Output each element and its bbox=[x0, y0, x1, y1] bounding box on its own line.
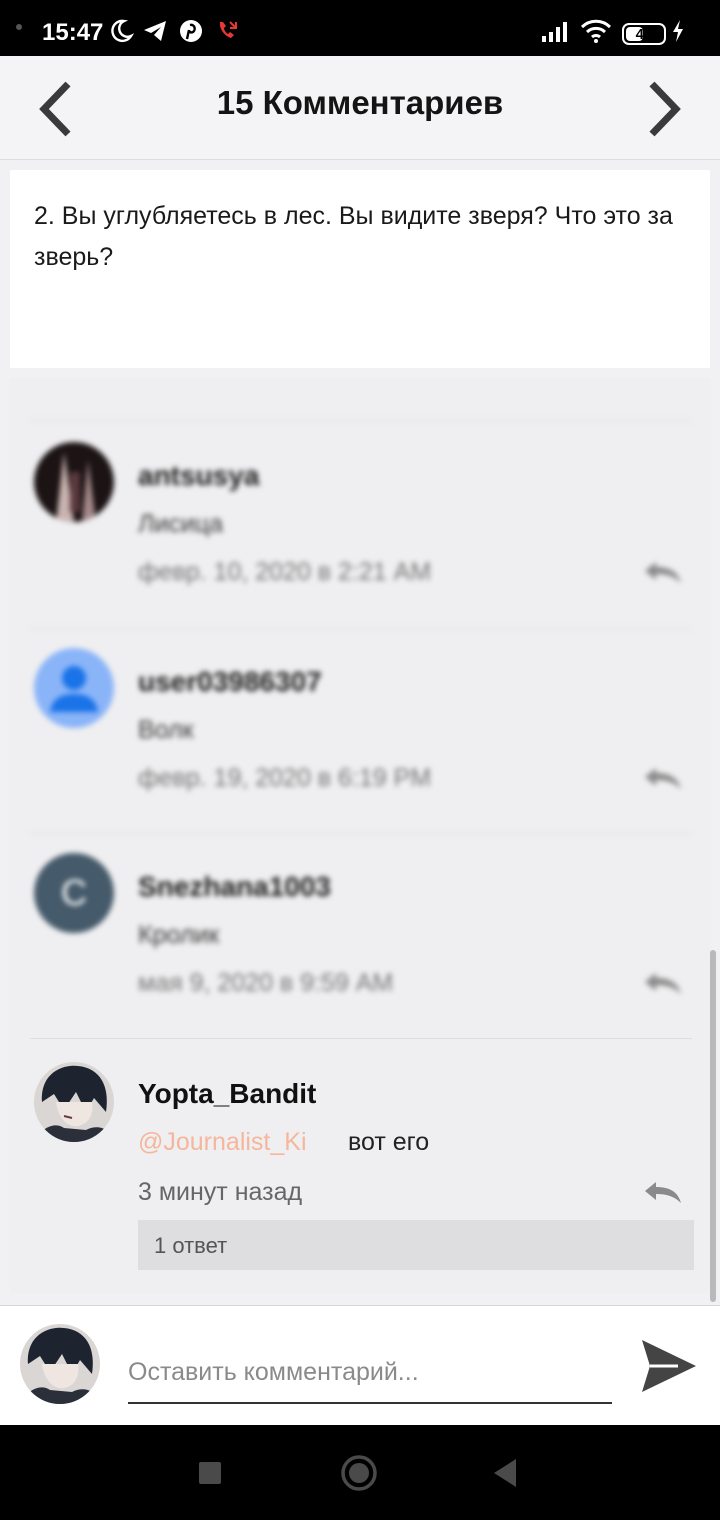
avatar-photo bbox=[34, 442, 114, 522]
battery-icon: 46 bbox=[622, 23, 666, 45]
question-card: 2. Вы углубляетесь в лес. Вы видите звер… bbox=[10, 170, 710, 368]
home-circle-icon[interactable] bbox=[333, 1447, 385, 1499]
avatar[interactable] bbox=[34, 648, 114, 728]
reply-icon[interactable] bbox=[642, 1178, 684, 1206]
comments-list: antsusya Лисица февр. 10, 2020 в 2:21 AM… bbox=[10, 378, 710, 1293]
comment-author[interactable]: Snezhana1003 bbox=[138, 871, 331, 903]
my-avatar bbox=[20, 1324, 100, 1404]
comment-text: Волк bbox=[138, 716, 194, 744]
comment-author[interactable]: Yopta_Bandit bbox=[138, 1078, 316, 1110]
comment-text: вот его bbox=[348, 1128, 430, 1156]
header: 15 Комментариев bbox=[0, 56, 720, 160]
comment-input[interactable] bbox=[128, 1342, 612, 1404]
navigation-bar bbox=[0, 1425, 720, 1520]
comment-time: мая 9, 2020 в 9:59 AM bbox=[138, 969, 394, 997]
comment-author[interactable]: user03986307 bbox=[138, 666, 322, 698]
camera-dot bbox=[16, 24, 22, 30]
signal-icon bbox=[542, 22, 567, 42]
battery-level: 46 bbox=[635, 26, 653, 43]
page-title: 15 Комментариев bbox=[216, 84, 504, 121]
status-time: 15:47 bbox=[42, 19, 104, 46]
question-text: 2. Вы углубляетесь в лес. Вы видите звер… bbox=[34, 202, 673, 271]
missed-call-icon bbox=[219, 21, 237, 38]
comment-item: user03986307 Волк февр. 19, 2020 в 6:19 … bbox=[10, 628, 710, 833]
avatar[interactable]: C bbox=[34, 853, 114, 933]
chevron-right-icon[interactable] bbox=[628, 74, 698, 144]
telegram-icon bbox=[144, 21, 166, 41]
reply-icon[interactable] bbox=[642, 764, 684, 792]
comment-item: C Snezhana1003 Кролик мая 9, 2020 в 9:59… bbox=[10, 833, 710, 1038]
moon-icon bbox=[111, 19, 134, 43]
send-icon[interactable] bbox=[638, 1336, 700, 1396]
status-bar: 15:47 46 bbox=[0, 0, 720, 56]
default-user-icon bbox=[50, 666, 98, 712]
comment-time: 3 минут назад bbox=[138, 1178, 303, 1206]
wifi-icon bbox=[580, 19, 612, 43]
charging-icon bbox=[673, 20, 683, 42]
reply-icon[interactable] bbox=[642, 969, 684, 997]
comment-time: февр. 19, 2020 в 6:19 PM bbox=[138, 764, 432, 792]
pinterest-icon bbox=[180, 20, 202, 42]
comment-author[interactable]: antsusya bbox=[138, 460, 259, 492]
recents-square-icon[interactable] bbox=[184, 1447, 236, 1499]
comment-time: февр. 10, 2020 в 2:21 AM bbox=[138, 558, 432, 586]
avatar-photo bbox=[20, 1324, 100, 1404]
replies-button[interactable]: 1 ответ bbox=[138, 1220, 694, 1270]
comment-text: Кролик bbox=[138, 921, 220, 949]
avatar[interactable] bbox=[34, 1062, 114, 1142]
back-triangle-icon[interactable] bbox=[480, 1447, 532, 1499]
comment-mention[interactable]: @Journalist_Ki bbox=[138, 1128, 307, 1157]
reply-icon[interactable] bbox=[642, 558, 684, 586]
comment-composer bbox=[0, 1305, 720, 1425]
comment-text: Лисица bbox=[138, 510, 224, 538]
avatar-photo bbox=[34, 1062, 114, 1142]
scrollbar[interactable] bbox=[710, 950, 716, 1302]
avatar[interactable] bbox=[34, 442, 114, 522]
comment-item: antsusya Лисица февр. 10, 2020 в 2:21 AM bbox=[10, 420, 710, 625]
